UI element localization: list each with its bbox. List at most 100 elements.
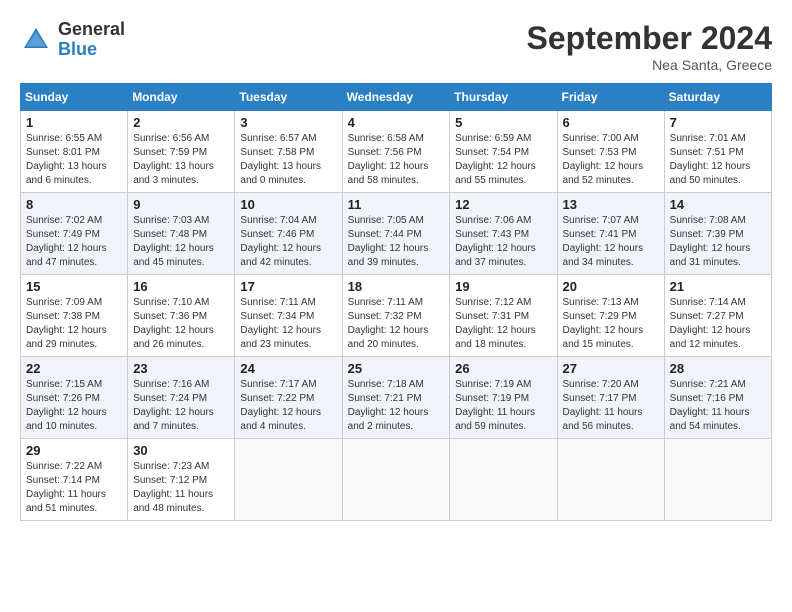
calendar-cell: 18 Sunrise: 7:11 AM Sunset: 7:32 PM Dayli… xyxy=(342,275,450,357)
calendar-cell: 14Sunrise: 7:08 AM Sunset: 7:39 PM Dayli… xyxy=(664,193,771,275)
day-number: 7 xyxy=(670,115,766,130)
calendar-cell: 17 Sunrise: 7:11 AM Sunset: 7:34 PM Dayli… xyxy=(235,275,342,357)
calendar-cell: 2 Sunrise: 6:56 AM Sunset: 7:59 PM Daylig… xyxy=(128,111,235,193)
day-number: 2 xyxy=(133,115,229,130)
day-number: 25 xyxy=(348,361,445,376)
day-info: Sunrise: 7:20 AM Sunset: 7:17 PM Dayligh… xyxy=(563,378,659,434)
day-info: Sunrise: 7:01 AM Sunset: 7:51 PM Dayligh… xyxy=(670,132,766,188)
day-number: 13 xyxy=(563,197,659,212)
day-info: Sunrise: 7:07 AM Sunset: 7:41 PM Dayligh… xyxy=(563,214,659,270)
weekday-header-thursday: Thursday xyxy=(450,84,557,111)
day-info: Sunrise: 7:12 AM Sunset: 7:31 PM Dayligh… xyxy=(455,296,551,352)
calendar-cell: 4 Sunrise: 6:58 AM Sunset: 7:56 PM Daylig… xyxy=(342,111,450,193)
weekday-header-tuesday: Tuesday xyxy=(235,84,342,111)
location: Nea Santa, Greece xyxy=(527,57,772,73)
day-info: Sunrise: 7:03 AM Sunset: 7:48 PM Dayligh… xyxy=(133,214,229,270)
logo-text: General Blue xyxy=(58,20,125,60)
day-number: 30 xyxy=(133,443,229,458)
day-number: 4 xyxy=(348,115,445,130)
calendar-cell: 12Sunrise: 7:06 AM Sunset: 7:43 PM Dayli… xyxy=(450,193,557,275)
day-info: Sunrise: 6:57 AM Sunset: 7:58 PM Dayligh… xyxy=(240,132,336,188)
weekday-header-friday: Friday xyxy=(557,84,664,111)
day-info: Sunrise: 7:21 AM Sunset: 7:16 PM Dayligh… xyxy=(670,378,766,434)
day-info: Sunrise: 7:22 AM Sunset: 7:14 PM Dayligh… xyxy=(26,460,122,516)
day-number: 20 xyxy=(563,279,659,294)
day-number: 27 xyxy=(563,361,659,376)
logo-blue: Blue xyxy=(58,40,125,60)
calendar-cell: 11 Sunrise: 7:05 AM Sunset: 7:44 PM Dayli… xyxy=(342,193,450,275)
day-number: 16 xyxy=(133,279,229,294)
day-number: 17 xyxy=(240,279,336,294)
calendar-cell: 5Sunrise: 6:59 AM Sunset: 7:54 PM Daylig… xyxy=(450,111,557,193)
month-title: September 2024 xyxy=(527,20,772,57)
calendar-cell: 25 Sunrise: 7:18 AM Sunset: 7:21 PM Dayli… xyxy=(342,357,450,439)
day-info: Sunrise: 7:05 AM Sunset: 7:44 PM Dayligh… xyxy=(348,214,445,270)
day-info: Sunrise: 6:56 AM Sunset: 7:59 PM Dayligh… xyxy=(133,132,229,188)
calendar-cell xyxy=(342,439,450,521)
calendar-cell: 19 Sunrise: 7:12 AM Sunset: 7:31 PM Dayli… xyxy=(450,275,557,357)
day-number: 26 xyxy=(455,361,551,376)
logo-general: General xyxy=(58,20,125,40)
weekday-header-monday: Monday xyxy=(128,84,235,111)
page-header: General Blue September 2024 Nea Santa, G… xyxy=(20,20,772,73)
day-info: Sunrise: 7:23 AM Sunset: 7:12 PM Dayligh… xyxy=(133,460,229,516)
day-info: Sunrise: 7:14 AM Sunset: 7:27 PM Dayligh… xyxy=(670,296,766,352)
calendar-cell: 21 Sunrise: 7:14 AM Sunset: 7:27 PM Dayli… xyxy=(664,275,771,357)
calendar-cell xyxy=(450,439,557,521)
calendar-cell: 7 Sunrise: 7:01 AM Sunset: 7:51 PM Daylig… xyxy=(664,111,771,193)
weekday-header-wednesday: Wednesday xyxy=(342,84,450,111)
day-info: Sunrise: 7:00 AM Sunset: 7:53 PM Dayligh… xyxy=(563,132,659,188)
day-info: Sunrise: 7:13 AM Sunset: 7:29 PM Dayligh… xyxy=(563,296,659,352)
weekday-header-saturday: Saturday xyxy=(664,84,771,111)
day-number: 9 xyxy=(133,197,229,212)
calendar-cell: 29 Sunrise: 7:22 AM Sunset: 7:14 PM Dayli… xyxy=(21,439,128,521)
day-info: Sunrise: 6:58 AM Sunset: 7:56 PM Dayligh… xyxy=(348,132,445,188)
day-info: Sunrise: 7:11 AM Sunset: 7:32 PM Dayligh… xyxy=(348,296,445,352)
calendar-cell: 3 Sunrise: 6:57 AM Sunset: 7:58 PM Daylig… xyxy=(235,111,342,193)
day-number: 18 xyxy=(348,279,445,294)
calendar-week-row: 22Sunrise: 7:15 AM Sunset: 7:26 PM Dayli… xyxy=(21,357,772,439)
day-info: Sunrise: 6:55 AM Sunset: 8:01 PM Dayligh… xyxy=(26,132,122,188)
day-number: 24 xyxy=(240,361,336,376)
calendar-cell: 16Sunrise: 7:10 AM Sunset: 7:36 PM Dayli… xyxy=(128,275,235,357)
day-info: Sunrise: 7:04 AM Sunset: 7:46 PM Dayligh… xyxy=(240,214,336,270)
day-number: 5 xyxy=(455,115,551,130)
day-number: 29 xyxy=(26,443,122,458)
day-number: 12 xyxy=(455,197,551,212)
calendar-week-row: 1Sunrise: 6:55 AM Sunset: 8:01 PM Daylig… xyxy=(21,111,772,193)
calendar-week-row: 29 Sunrise: 7:22 AM Sunset: 7:14 PM Dayli… xyxy=(21,439,772,521)
calendar-cell: 23 Sunrise: 7:16 AM Sunset: 7:24 PM Dayli… xyxy=(128,357,235,439)
logo: General Blue xyxy=(20,20,125,60)
calendar-cell: 1Sunrise: 6:55 AM Sunset: 8:01 PM Daylig… xyxy=(21,111,128,193)
logo-icon xyxy=(20,24,52,56)
calendar-cell xyxy=(557,439,664,521)
calendar-cell xyxy=(664,439,771,521)
calendar-cell: 26Sunrise: 7:19 AM Sunset: 7:19 PM Dayli… xyxy=(450,357,557,439)
day-number: 10 xyxy=(240,197,336,212)
calendar-cell: 22Sunrise: 7:15 AM Sunset: 7:26 PM Dayli… xyxy=(21,357,128,439)
day-info: Sunrise: 7:09 AM Sunset: 7:38 PM Dayligh… xyxy=(26,296,122,352)
calendar-cell: 24 Sunrise: 7:17 AM Sunset: 7:22 PM Dayli… xyxy=(235,357,342,439)
calendar-cell: 30 Sunrise: 7:23 AM Sunset: 7:12 PM Dayli… xyxy=(128,439,235,521)
day-info: Sunrise: 7:02 AM Sunset: 7:49 PM Dayligh… xyxy=(26,214,122,270)
day-info: Sunrise: 7:18 AM Sunset: 7:21 PM Dayligh… xyxy=(348,378,445,434)
calendar-cell: 10 Sunrise: 7:04 AM Sunset: 7:46 PM Dayli… xyxy=(235,193,342,275)
calendar-cell: 13 Sunrise: 7:07 AM Sunset: 7:41 PM Dayli… xyxy=(557,193,664,275)
day-number: 3 xyxy=(240,115,336,130)
day-info: Sunrise: 7:11 AM Sunset: 7:34 PM Dayligh… xyxy=(240,296,336,352)
day-info: Sunrise: 7:16 AM Sunset: 7:24 PM Dayligh… xyxy=(133,378,229,434)
calendar-week-row: 8Sunrise: 7:02 AM Sunset: 7:49 PM Daylig… xyxy=(21,193,772,275)
calendar-table: SundayMondayTuesdayWednesdayThursdayFrid… xyxy=(20,83,772,521)
day-number: 23 xyxy=(133,361,229,376)
day-number: 6 xyxy=(563,115,659,130)
day-info: Sunrise: 7:17 AM Sunset: 7:22 PM Dayligh… xyxy=(240,378,336,434)
calendar-cell: 27 Sunrise: 7:20 AM Sunset: 7:17 PM Dayli… xyxy=(557,357,664,439)
calendar-cell: 9 Sunrise: 7:03 AM Sunset: 7:48 PM Daylig… xyxy=(128,193,235,275)
calendar-week-row: 15 Sunrise: 7:09 AM Sunset: 7:38 PM Dayli… xyxy=(21,275,772,357)
day-number: 11 xyxy=(348,197,445,212)
day-number: 15 xyxy=(26,279,122,294)
title-block: September 2024 Nea Santa, Greece xyxy=(527,20,772,73)
day-number: 21 xyxy=(670,279,766,294)
day-number: 14 xyxy=(670,197,766,212)
day-number: 19 xyxy=(455,279,551,294)
